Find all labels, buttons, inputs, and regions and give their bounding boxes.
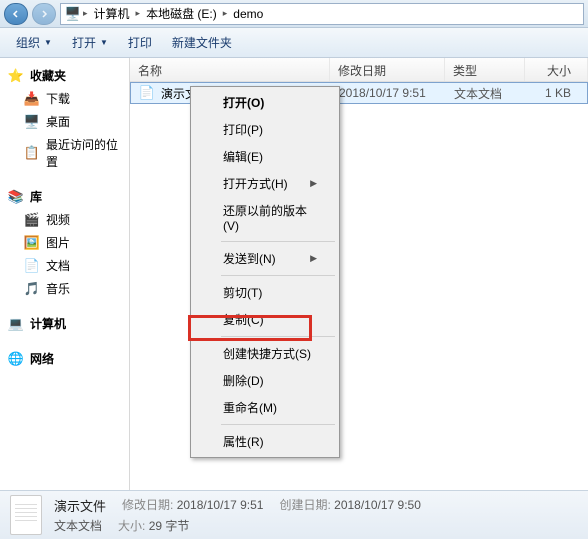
status-size-value: 29 字节 <box>149 519 190 533</box>
chevron-right-icon: ▶ <box>310 253 317 264</box>
address-bar[interactable]: 🖥️ ▸ 计算机 ▸ 本地磁盘 (E:) ▸ demo <box>60 3 584 25</box>
sidebar-item-desktop[interactable]: 🖥️ 桌面 <box>0 110 129 133</box>
sidebar-computer-header[interactable]: 💻 计算机 <box>0 312 129 335</box>
breadcrumb-segment[interactable]: 本地磁盘 (E:) <box>142 5 221 22</box>
toolbar: 组织 ▼ 打开 ▼ 打印 新建文件夹 <box>0 28 588 58</box>
status-size-label: 大小: <box>118 519 145 533</box>
computer-icon: 🖥️ <box>65 6 81 22</box>
ctx-open[interactable]: 打开(O) <box>193 89 337 116</box>
breadcrumb-segment[interactable]: 计算机 <box>90 5 134 22</box>
recent-icon: 📋 <box>24 145 40 161</box>
ctx-label: 发送到(N) <box>223 250 276 267</box>
sidebar-header-label: 收藏夹 <box>30 67 66 84</box>
sidebar-item-downloads[interactable]: 📥 下载 <box>0 87 129 110</box>
menu-separator <box>221 336 335 337</box>
download-icon: 📥 <box>24 91 40 107</box>
chevron-right-icon: ▸ <box>136 8 141 19</box>
network-icon: 🌐 <box>8 351 24 367</box>
sidebar-item-label: 图片 <box>46 234 70 251</box>
star-icon: ⭐ <box>8 68 24 84</box>
status-mod-value: 2018/10/17 9:51 <box>177 498 264 512</box>
sidebar-item-music[interactable]: 🎵 音乐 <box>0 277 129 300</box>
status-file-name: 演示文件 <box>54 496 106 515</box>
ctx-send-to[interactable]: 发送到(N) ▶ <box>193 245 337 272</box>
document-icon: 📄 <box>24 258 40 274</box>
print-button[interactable]: 打印 <box>120 30 160 55</box>
sidebar-item-label: 视频 <box>46 211 70 228</box>
sidebar-libraries-header[interactable]: 📚 库 <box>0 185 129 208</box>
sidebar-header-label: 网络 <box>30 350 54 367</box>
chevron-down-icon: ▼ <box>44 38 52 47</box>
menu-separator <box>221 241 335 242</box>
computer-icon: 💻 <box>8 316 24 332</box>
column-header-type[interactable]: 类型 <box>445 58 525 81</box>
ctx-edit[interactable]: 编辑(E) <box>193 143 337 170</box>
menu-separator <box>221 424 335 425</box>
details-pane: 演示文件 修改日期: 2018/10/17 9:51 创建日期: 2018/10… <box>0 490 588 539</box>
ctx-restore-previous[interactable]: 还原以前的版本(V) <box>193 197 337 238</box>
toolbar-label: 打开 <box>72 34 96 51</box>
ctx-rename[interactable]: 重命名(M) <box>193 394 337 421</box>
open-button[interactable]: 打开 ▼ <box>64 30 116 55</box>
chevron-down-icon: ▼ <box>100 38 108 47</box>
column-headers: 名称 修改日期 类型 大小 <box>130 58 588 82</box>
sidebar-item-label: 文档 <box>46 257 70 274</box>
ctx-label: 打开方式(H) <box>223 175 288 192</box>
sidebar-item-label: 桌面 <box>46 113 70 130</box>
toolbar-label: 组织 <box>16 34 40 51</box>
sidebar-item-label: 最近访问的位置 <box>46 136 121 170</box>
music-icon: 🎵 <box>24 281 40 297</box>
navigation-pane: ⭐ 收藏夹 📥 下载 🖥️ 桌面 📋 最近访问的位置 📚 库 🎬 <box>0 58 130 490</box>
sidebar-header-label: 计算机 <box>30 315 66 332</box>
sidebar-item-pictures[interactable]: 🖼️ 图片 <box>0 231 129 254</box>
status-mod-label: 修改日期: <box>122 498 173 512</box>
status-create-value: 2018/10/17 9:50 <box>334 498 421 512</box>
new-folder-button[interactable]: 新建文件夹 <box>164 30 240 55</box>
file-type: 文本文档 <box>446 85 526 102</box>
menu-separator <box>221 275 335 276</box>
ctx-delete[interactable]: 删除(D) <box>193 367 337 394</box>
column-header-name[interactable]: 名称 <box>130 58 330 81</box>
status-create-label: 创建日期: <box>279 498 330 512</box>
sidebar-item-videos[interactable]: 🎬 视频 <box>0 208 129 231</box>
ctx-cut[interactable]: 剪切(T) <box>193 279 337 306</box>
chevron-right-icon: ▶ <box>310 178 317 189</box>
context-menu: 打开(O) 打印(P) 编辑(E) 打开方式(H) ▶ 还原以前的版本(V) 发… <box>190 86 340 458</box>
nav-back-button[interactable] <box>4 3 28 25</box>
library-icon: 📚 <box>8 189 24 205</box>
sidebar-item-label: 下载 <box>46 90 70 107</box>
desktop-icon: 🖥️ <box>24 114 40 130</box>
file-date: 2018/10/17 9:51 <box>331 86 446 100</box>
ctx-copy[interactable]: 复制(C) <box>193 306 337 333</box>
picture-icon: 🖼️ <box>24 235 40 251</box>
sidebar-item-documents[interactable]: 📄 文档 <box>0 254 129 277</box>
nav-forward-button[interactable] <box>32 3 56 25</box>
sidebar-favorites-header[interactable]: ⭐ 收藏夹 <box>0 64 129 87</box>
text-file-icon: 📄 <box>139 85 155 101</box>
status-file-type: 文本文档 <box>54 517 102 534</box>
sidebar-network-header[interactable]: 🌐 网络 <box>0 347 129 370</box>
organize-button[interactable]: 组织 ▼ <box>8 30 60 55</box>
column-header-size[interactable]: 大小 <box>525 58 588 81</box>
ctx-create-shortcut[interactable]: 创建快捷方式(S) <box>193 340 337 367</box>
sidebar-item-recent[interactable]: 📋 最近访问的位置 <box>0 133 129 173</box>
breadcrumb-segment[interactable]: demo <box>229 7 267 21</box>
file-size: 1 KB <box>526 86 587 100</box>
ctx-print[interactable]: 打印(P) <box>193 116 337 143</box>
chevron-right-icon: ▸ <box>223 8 228 19</box>
sidebar-header-label: 库 <box>30 188 42 205</box>
ctx-open-with[interactable]: 打开方式(H) ▶ <box>193 170 337 197</box>
sidebar-item-label: 音乐 <box>46 280 70 297</box>
column-header-date[interactable]: 修改日期 <box>330 58 445 81</box>
ctx-properties[interactable]: 属性(R) <box>193 428 337 455</box>
video-icon: 🎬 <box>24 212 40 228</box>
titlebar: 🖥️ ▸ 计算机 ▸ 本地磁盘 (E:) ▸ demo <box>0 0 588 28</box>
chevron-right-icon: ▸ <box>83 8 88 19</box>
text-file-icon <box>10 495 42 535</box>
